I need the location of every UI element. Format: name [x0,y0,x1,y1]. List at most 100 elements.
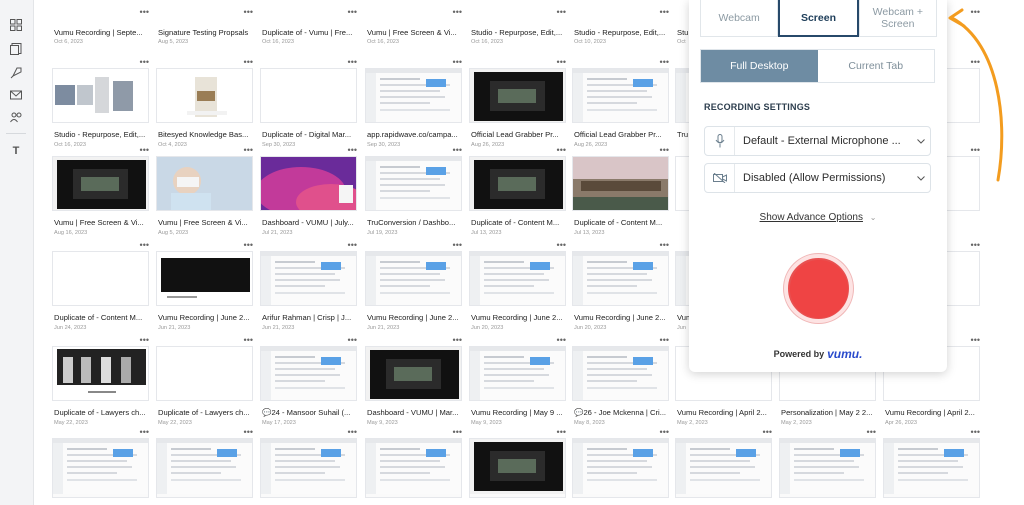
more-options-icon[interactable]: ••• [348,8,357,17]
recording-title[interactable]: app.rapidwave.co/campa... [367,130,462,139]
recording-thumbnail[interactable] [572,438,669,498]
more-options-icon[interactable]: ••• [453,336,462,345]
recording-card[interactable]: ••• Official Lead Grabber Pr... Aug 26, 20… [469,58,566,152]
recording-title[interactable]: Vumu Recording | May 9 ... [471,408,566,417]
tab-current-tab[interactable]: Current Tab [818,50,935,82]
recording-card[interactable]: ••• [260,428,357,505]
recording-thumbnail[interactable] [469,156,566,211]
recording-thumbnail[interactable] [52,68,149,123]
more-options-icon[interactable]: ••• [660,58,669,67]
recording-title[interactable]: 💬26 - Joe Mckenna | Cri... [574,408,669,417]
recording-title[interactable]: Personalization | May 2 2... [781,408,876,417]
recording-card[interactable]: ••• [779,428,876,505]
more-options-icon[interactable]: ••• [348,428,357,437]
recording-title[interactable]: Vumu Recording | April 2... [677,408,772,417]
recording-title[interactable]: Dashboard - VUMU | Mar... [367,408,462,417]
more-options-icon[interactable]: ••• [244,8,253,17]
recording-card[interactable]: ••• [675,428,772,505]
more-options-icon[interactable]: ••• [244,146,253,155]
recording-card[interactable]: ••• Bitesyed Knowledge Bas... Oct 4, 2023 [156,58,253,152]
recording-thumbnail[interactable] [572,346,669,401]
recording-title[interactable]: Signature Testing Propsals [158,28,253,37]
more-options-icon[interactable]: ••• [660,336,669,345]
recording-thumbnail[interactable] [675,438,772,498]
recording-thumbnail[interactable] [469,346,566,401]
more-options-icon[interactable]: ••• [453,241,462,250]
more-options-icon[interactable]: ••• [557,8,566,17]
recording-title[interactable]: Vumu Recording | Septe... [54,28,149,37]
document-icon[interactable] [8,41,24,57]
recording-card[interactable]: ••• [469,428,566,505]
recording-thumbnail[interactable] [779,438,876,498]
more-options-icon[interactable]: ••• [453,428,462,437]
recording-title[interactable]: Duplicate of - Vumu | Fre... [262,28,357,37]
more-options-icon[interactable]: ••• [140,336,149,345]
record-button[interactable] [784,254,853,323]
more-options-icon[interactable]: ••• [763,428,772,437]
more-options-icon[interactable]: ••• [348,146,357,155]
recording-title[interactable]: Studio - Repurpose, Edit,... [574,28,669,37]
more-options-icon[interactable]: ••• [140,428,149,437]
recording-card[interactable]: ••• [883,428,980,505]
text-icon[interactable]: T [8,143,24,159]
more-options-icon[interactable]: ••• [867,428,876,437]
recording-thumbnail[interactable] [52,156,149,211]
recording-thumbnail[interactable] [365,156,462,211]
recording-thumbnail[interactable] [52,438,149,498]
recording-thumbnail[interactable] [156,156,253,211]
recording-thumbnail[interactable] [260,156,357,211]
more-options-icon[interactable]: ••• [660,146,669,155]
recording-card[interactable]: ••• app.rapidwave.co/campa... Sep 30, 2023 [365,58,462,152]
recording-thumbnail[interactable] [365,251,462,306]
more-options-icon[interactable]: ••• [971,241,980,250]
recording-title[interactable]: Vumu Recording | April 2... [885,408,980,417]
recording-title[interactable]: Vumu Recording | June 2... [471,313,566,322]
recording-card[interactable]: ••• 💬26 - Joe Mckenna | Cri... May 8, 2023 [572,336,669,430]
tab-webcam[interactable]: Webcam [700,0,779,37]
recording-card[interactable]: ••• Vumu | Free Screen & Vi... Aug 16, 202… [52,146,149,240]
recording-card[interactable]: ••• [572,428,669,505]
more-options-icon[interactable]: ••• [557,58,566,67]
recording-card[interactable]: ••• Arifur Rahman | Crisp | J... Jun 21, 2… [260,241,357,335]
recording-card[interactable]: ••• Studio - Repurpose, Edit,... Oct 16, 2… [52,58,149,152]
rocket-icon[interactable] [8,65,24,81]
camera-select[interactable]: Disabled (Allow Permissions) [704,163,931,193]
more-options-icon[interactable]: ••• [244,336,253,345]
recording-thumbnail[interactable] [365,346,462,401]
more-options-icon[interactable]: ••• [244,428,253,437]
more-options-icon[interactable]: ••• [971,336,980,345]
tab-screen[interactable]: Screen [778,0,859,37]
more-options-icon[interactable]: ••• [971,428,980,437]
mail-icon[interactable] [8,87,24,103]
recording-title[interactable]: Duplicate of - Content M... [574,218,669,227]
recording-title[interactable]: Vumu | Free Screen & Vi... [367,28,462,37]
recording-thumbnail[interactable] [52,346,149,401]
recording-title[interactable]: Vumu Recording | June 2... [367,313,462,322]
recording-card[interactable]: ••• TruConversion / Dashbo... Jul 19, 2023 [365,146,462,240]
recording-title[interactable]: Studio - Repurpose, Edit,... [54,130,149,139]
recording-title[interactable]: TruConversion / Dashbo... [367,218,462,227]
recording-card[interactable]: ••• Vumu Recording | June 2... Jun 21, 202… [156,241,253,335]
more-options-icon[interactable]: ••• [660,8,669,17]
recording-thumbnail[interactable] [260,68,357,123]
recording-thumbnail[interactable] [572,68,669,123]
more-options-icon[interactable]: ••• [244,241,253,250]
recording-card[interactable]: ••• Duplicate of - Lawyers ch... May 22, 2… [52,336,149,430]
recording-card[interactable]: ••• Vumu Recording | June 2... Jun 20, 202… [572,241,669,335]
recording-card[interactable]: ••• Vumu Recording | May 9 ... May 9, 2023 [469,336,566,430]
recording-card[interactable]: ••• [365,428,462,505]
recording-thumbnail[interactable] [156,346,253,401]
recording-title[interactable]: Bitesyed Knowledge Bas... [158,130,253,139]
more-options-icon[interactable]: ••• [140,241,149,250]
recording-card[interactable]: ••• Duplicate of - Digital Mar... Sep 30, … [260,58,357,152]
recording-thumbnail[interactable] [156,438,253,498]
users-icon[interactable] [8,109,24,125]
more-options-icon[interactable]: ••• [660,241,669,250]
recording-title[interactable]: Official Lead Grabber Pr... [471,130,566,139]
recording-title[interactable]: Duplicate of - Lawyers ch... [54,408,149,417]
recording-thumbnail[interactable] [469,68,566,123]
more-options-icon[interactable]: ••• [140,146,149,155]
recording-title[interactable]: Arifur Rahman | Crisp | J... [262,313,357,322]
recording-title[interactable]: 💬24 - Mansoor Suhail (... [262,408,357,417]
more-options-icon[interactable]: ••• [660,428,669,437]
